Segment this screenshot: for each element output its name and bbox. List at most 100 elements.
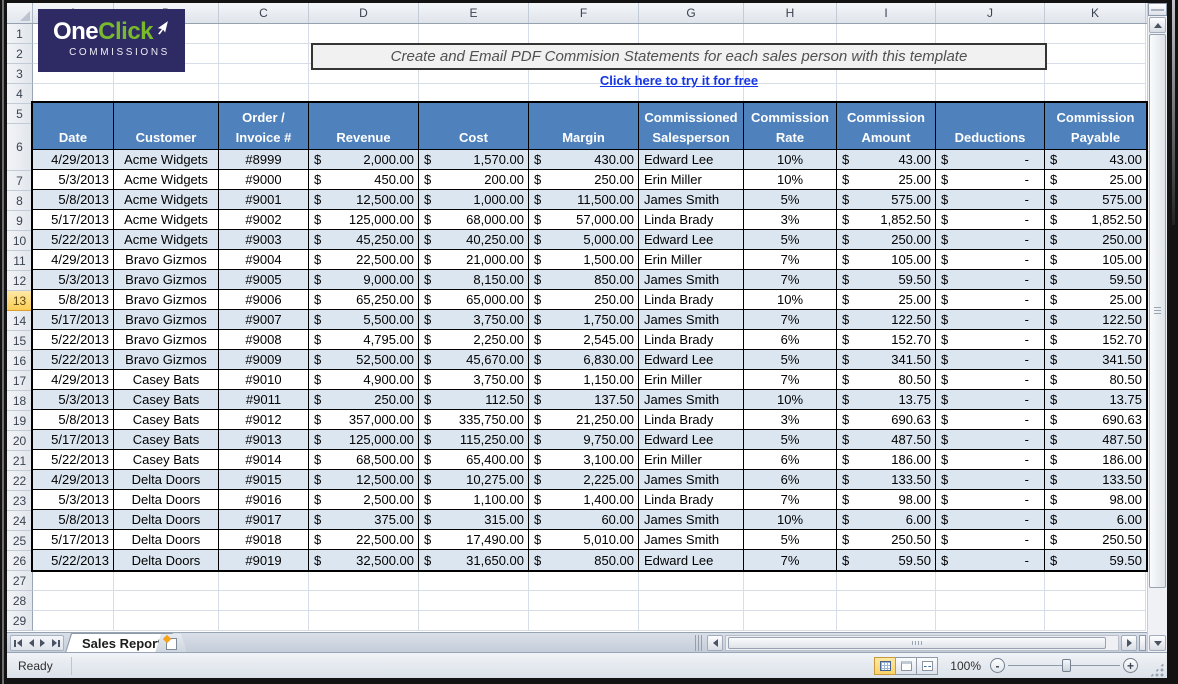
cell-customer[interactable]: Casey Bats: [114, 410, 219, 430]
cell-amount[interactable]: $13.75: [837, 390, 936, 410]
grid-cell[interactable]: [639, 571, 744, 591]
cell-person[interactable]: James Smith: [639, 510, 744, 530]
cell-order[interactable]: #9003: [219, 230, 309, 250]
grid-cell[interactable]: [309, 24, 419, 44]
grid-cell[interactable]: [744, 24, 837, 44]
vscroll-split-box[interactable]: [1148, 3, 1167, 16]
cell-deduction[interactable]: $-: [936, 430, 1045, 450]
cell-order[interactable]: #9001: [219, 190, 309, 210]
cell-rate[interactable]: 5%: [744, 230, 837, 250]
cell-margin[interactable]: $9,750.00: [529, 430, 639, 450]
cell-rate[interactable]: 10%: [744, 390, 837, 410]
cell-order[interactable]: #9009: [219, 350, 309, 370]
cell-payable[interactable]: $122.50: [1045, 310, 1146, 330]
grid-cell[interactable]: [309, 611, 419, 631]
cell-person[interactable]: Linda Brady: [639, 410, 744, 430]
cell-payable[interactable]: $98.00: [1045, 490, 1146, 510]
grid-cell[interactable]: [219, 64, 309, 84]
grid-cell[interactable]: [1045, 591, 1146, 611]
cell-customer[interactable]: Bravo Gizmos: [114, 350, 219, 370]
cell-payable[interactable]: $1,852.50: [1045, 210, 1146, 230]
normal-view-button[interactable]: [874, 657, 896, 675]
row-header-2[interactable]: 2: [7, 44, 33, 64]
cell-revenue[interactable]: $65,250.00: [309, 290, 419, 310]
column-header-J[interactable]: J: [936, 3, 1045, 23]
cell-customer[interactable]: Bravo Gizmos: [114, 270, 219, 290]
cell-date[interactable]: 4/29/2013: [33, 150, 114, 170]
cell-rate[interactable]: 7%: [744, 250, 837, 270]
row-header-8[interactable]: 8: [7, 191, 33, 211]
cell-deduction[interactable]: $-: [936, 510, 1045, 530]
grid-cell[interactable]: [936, 24, 1045, 44]
cell-person[interactable]: Edward Lee: [639, 430, 744, 450]
row-header-18[interactable]: 18: [7, 391, 33, 411]
cell-person[interactable]: Erin Miller: [639, 370, 744, 390]
cell-date[interactable]: 5/17/2013: [33, 310, 114, 330]
cell-cost[interactable]: $315.00: [419, 510, 529, 530]
cell-person[interactable]: Linda Brady: [639, 290, 744, 310]
cell-date[interactable]: 5/22/2013: [33, 330, 114, 350]
cell-order[interactable]: #9008: [219, 330, 309, 350]
cell-margin[interactable]: $21,250.00: [529, 410, 639, 430]
table-header-7[interactable]: Commission Rate: [744, 103, 837, 150]
cell-revenue[interactable]: $12,500.00: [309, 190, 419, 210]
cell-person[interactable]: James Smith: [639, 310, 744, 330]
cell-amount[interactable]: $43.00: [837, 150, 936, 170]
cell-date[interactable]: 5/3/2013: [33, 170, 114, 190]
grid-cell[interactable]: [33, 591, 114, 611]
cell-payable[interactable]: $341.50: [1045, 350, 1146, 370]
cell-order[interactable]: #9015: [219, 470, 309, 490]
cell-cost[interactable]: $3,750.00: [419, 310, 529, 330]
cell-revenue[interactable]: $125,000.00: [309, 430, 419, 450]
cell-deduction[interactable]: $-: [936, 490, 1045, 510]
cell-deduction[interactable]: $-: [936, 190, 1045, 210]
column-header-K[interactable]: K: [1045, 3, 1146, 23]
cell-margin[interactable]: $2,545.00: [529, 330, 639, 350]
cell-deduction[interactable]: $-: [936, 370, 1045, 390]
cell-cost[interactable]: $21,000.00: [419, 250, 529, 270]
table-header-9[interactable]: Deductions: [936, 103, 1045, 150]
cell-rate[interactable]: 6%: [744, 470, 837, 490]
cell-margin[interactable]: $250.00: [529, 170, 639, 190]
cell-date[interactable]: 5/8/2013: [33, 190, 114, 210]
cell-margin[interactable]: $5,000.00: [529, 230, 639, 250]
row-header-9[interactable]: 9: [7, 211, 33, 231]
cell-margin[interactable]: $137.50: [529, 390, 639, 410]
cell-date[interactable]: 5/8/2013: [33, 410, 114, 430]
grid-cell[interactable]: [639, 591, 744, 611]
cell-order[interactable]: #9018: [219, 530, 309, 550]
cell-amount[interactable]: $59.50: [837, 550, 936, 570]
cell-rate[interactable]: 7%: [744, 550, 837, 570]
cell-margin[interactable]: $6,830.00: [529, 350, 639, 370]
zoom-in-button[interactable]: +: [1123, 658, 1138, 673]
cell-amount[interactable]: $690.63: [837, 410, 936, 430]
cell-revenue[interactable]: $9,000.00: [309, 270, 419, 290]
grid-cell[interactable]: [114, 611, 219, 631]
cell-date[interactable]: 5/17/2013: [33, 210, 114, 230]
cell-person[interactable]: Edward Lee: [639, 230, 744, 250]
cell-cost[interactable]: $8,150.00: [419, 270, 529, 290]
cell-person[interactable]: James Smith: [639, 470, 744, 490]
cell-order[interactable]: #9006: [219, 290, 309, 310]
table-header-4[interactable]: Cost: [419, 103, 529, 150]
cell-margin[interactable]: $2,225.00: [529, 470, 639, 490]
cell-payable[interactable]: $80.50: [1045, 370, 1146, 390]
grid-cell[interactable]: [309, 591, 419, 611]
cell-customer[interactable]: Casey Bats: [114, 370, 219, 390]
cell-rate[interactable]: 7%: [744, 270, 837, 290]
cell-cost[interactable]: $1,100.00: [419, 490, 529, 510]
vscroll-thumb[interactable]: [1149, 34, 1166, 588]
column-header-C[interactable]: C: [219, 3, 309, 23]
cell-customer[interactable]: Casey Bats: [114, 390, 219, 410]
cell-revenue[interactable]: $250.00: [309, 390, 419, 410]
try-free-link[interactable]: Click here to try it for free: [600, 73, 758, 88]
column-header-D[interactable]: D: [309, 3, 419, 23]
cell-revenue[interactable]: $450.00: [309, 170, 419, 190]
last-sheet-button[interactable]: [52, 639, 60, 647]
cell-payable[interactable]: $250.50: [1045, 530, 1146, 550]
cell-rate[interactable]: 10%: [744, 290, 837, 310]
column-header-E[interactable]: E: [419, 3, 529, 23]
grid-cell[interactable]: [1045, 571, 1146, 591]
grid-cell[interactable]: [936, 611, 1045, 631]
cell-deduction[interactable]: $-: [936, 290, 1045, 310]
